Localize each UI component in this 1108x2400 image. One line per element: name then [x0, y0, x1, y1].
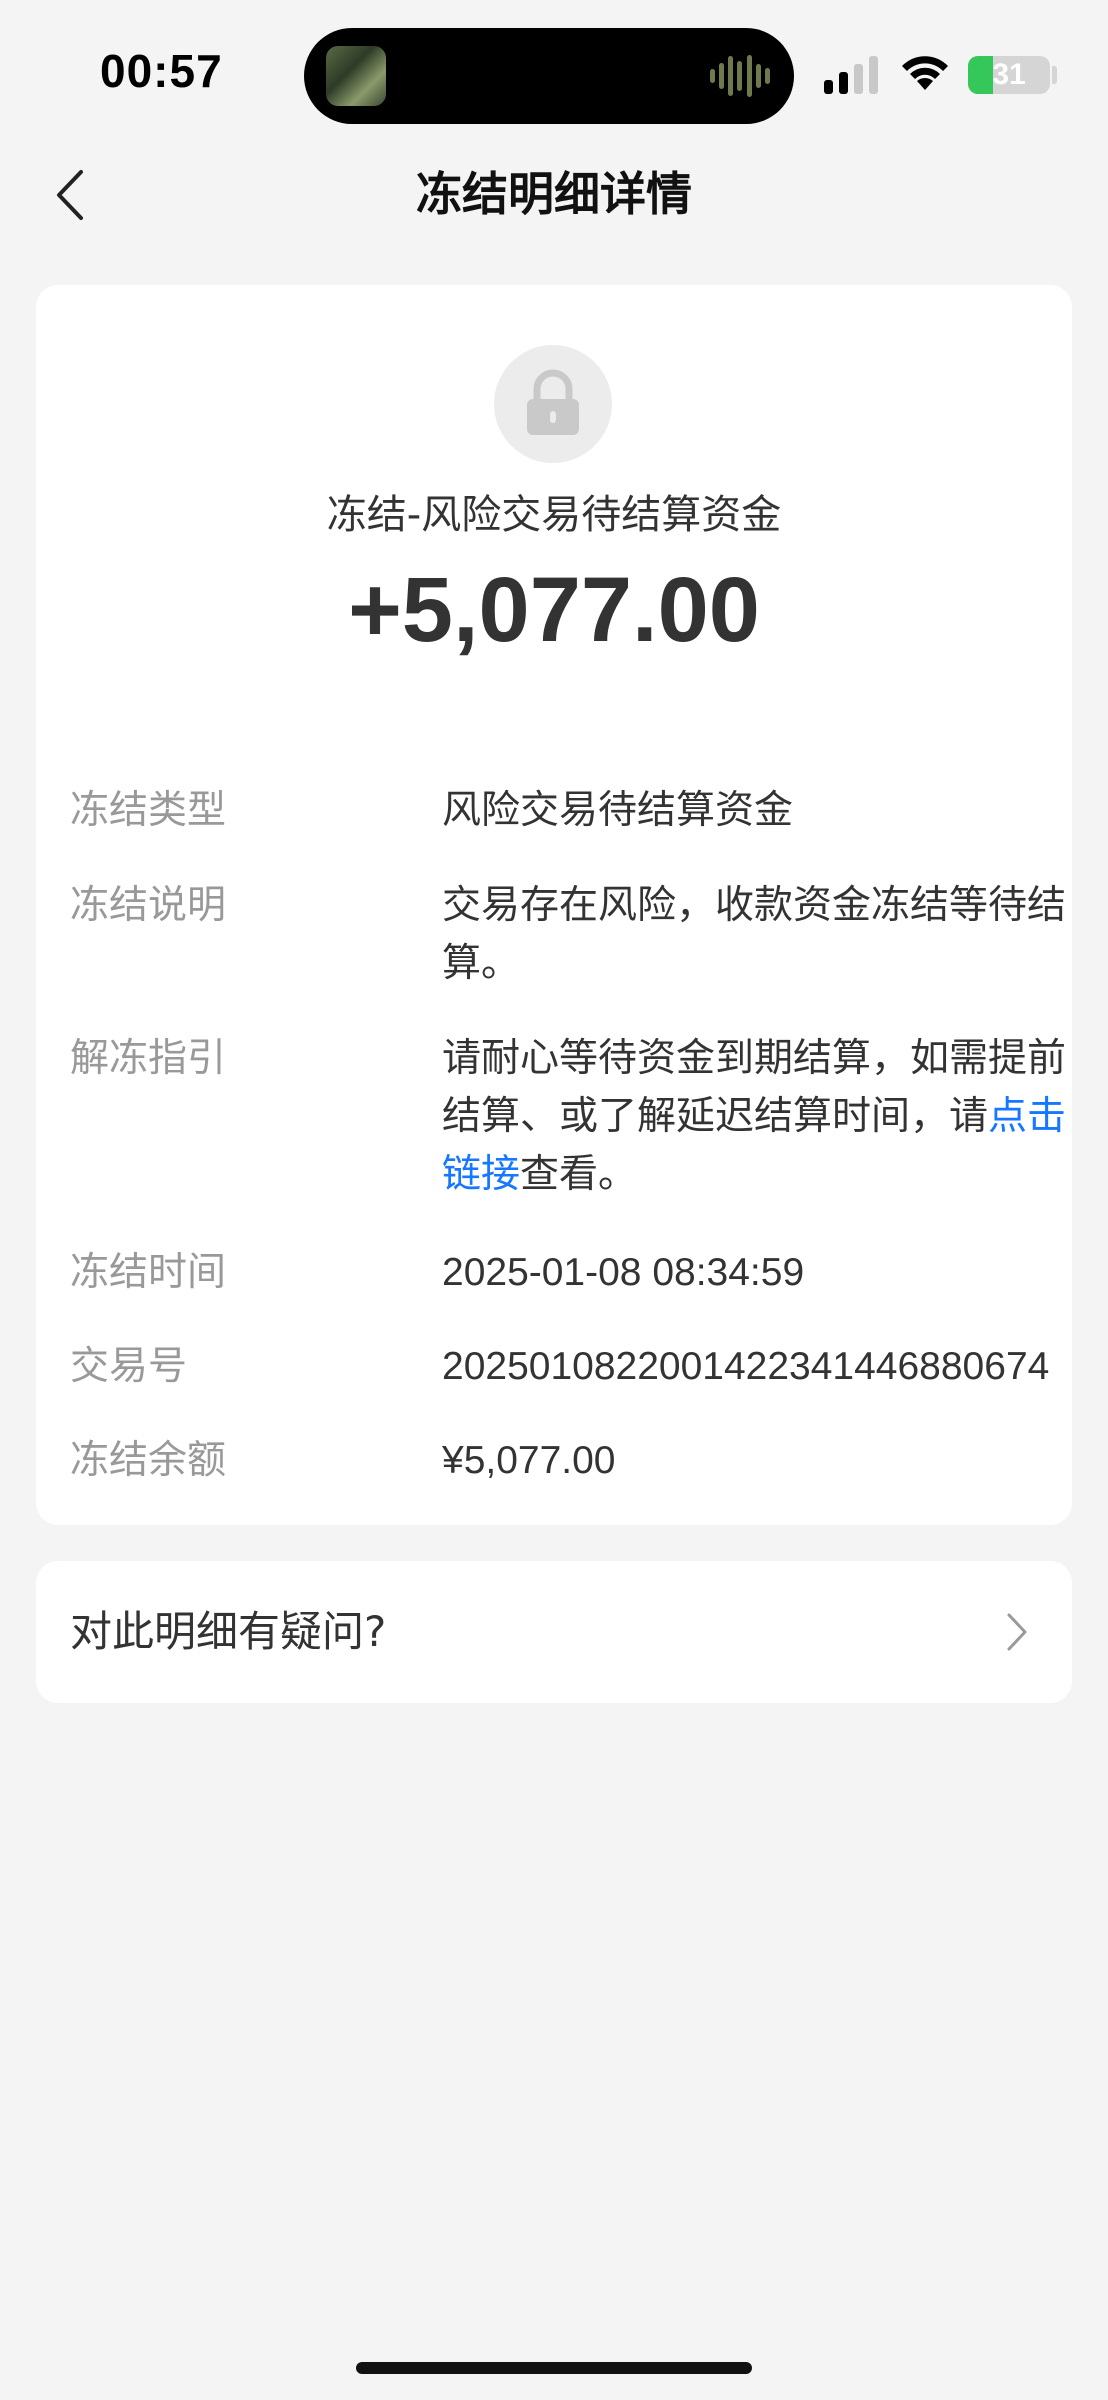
freeze-detail-card: 冻结-风险交易待结算资金 +5,077.00 冻结类型 风险交易待结算资金 冻结… [36, 285, 1072, 1525]
lock-icon [494, 345, 612, 463]
home-indicator[interactable] [356, 2362, 752, 2374]
detail-question-button[interactable]: 对此明细有疑问? [36, 1561, 1072, 1703]
freeze-description-value: 交易存在风险，收款资金冻结等待结算。 [442, 883, 1067, 986]
battery-percentage: 31 [992, 58, 1026, 91]
freeze-time-value: 2025-01-08 08:34:59 [442, 1251, 805, 1294]
dynamic-island[interactable] [304, 28, 794, 124]
freeze-headline: 冻结-风险交易待结算资金 [326, 492, 782, 538]
detail-question-label: 对此明细有疑问? [70, 1607, 387, 1656]
frozen-balance-value: ¥5,077.00 [442, 1439, 616, 1482]
status-bar: 00:57 31 [0, 0, 1108, 150]
frozen-balance-label: 冻结余额 [70, 1438, 227, 1483]
cellular-signal-icon [824, 54, 882, 94]
unfreeze-guide-text: 请耐心等待资金到期结算，如需提前结算、或了解延迟结算时间，请 [442, 1036, 1067, 1139]
now-playing-artwork [326, 46, 386, 106]
freeze-type-label: 冻结类型 [70, 788, 227, 833]
audio-waveform-icon [710, 54, 770, 98]
unfreeze-guide-value: 请耐心等待资金到期结算，如需提前结算、或了解延迟结算时间，请点击链接查看。 [442, 1030, 1102, 1204]
status-time: 00:57 [100, 45, 223, 97]
chevron-right-icon [1002, 1607, 1032, 1657]
unfreeze-guide-suffix: 查看。 [520, 1152, 638, 1197]
transaction-number-value: 2025010822001422341446880674 [442, 1345, 1050, 1388]
freeze-type-value: 风险交易待结算资金 [442, 788, 794, 833]
navigation-bar: 冻结明细详情 [0, 150, 1108, 240]
unfreeze-guide-label: 解冻指引 [70, 1036, 227, 1081]
wifi-icon [902, 56, 948, 90]
freeze-amount: +5,077.00 [348, 559, 760, 661]
battery-nub [1052, 66, 1057, 84]
transaction-number-label: 交易号 [70, 1344, 188, 1389]
page-title: 冻结明细详情 [416, 167, 692, 221]
battery-charging-icon: 31 [968, 56, 1050, 94]
freeze-description-label: 冻结说明 [70, 883, 227, 928]
freeze-time-label: 冻结时间 [70, 1250, 227, 1295]
